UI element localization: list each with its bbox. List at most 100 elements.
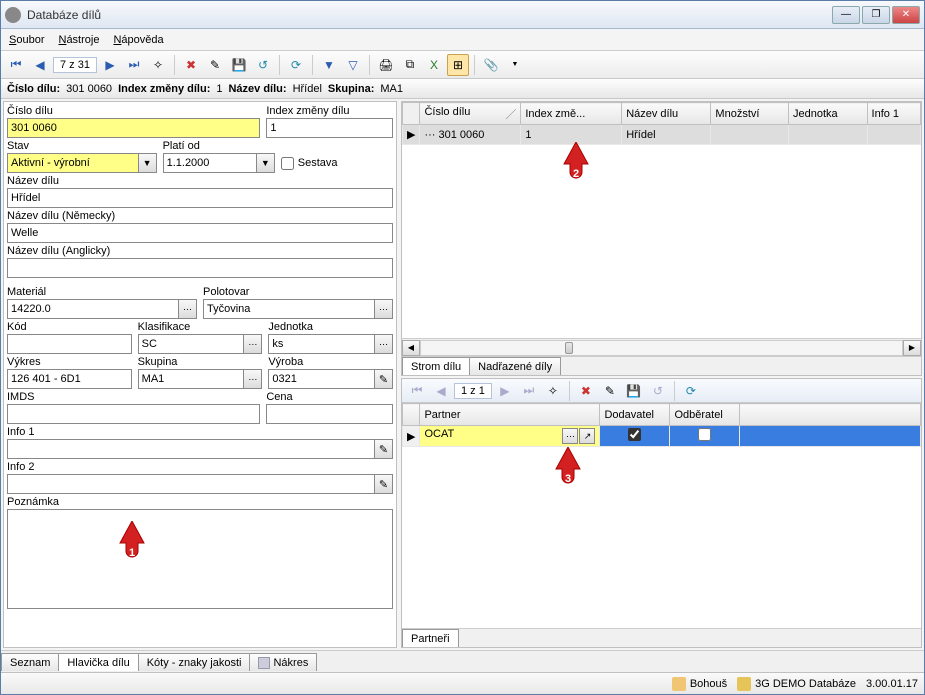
- cell-jednotka[interactable]: [789, 125, 868, 145]
- dropdown-icon[interactable]: ▼: [504, 54, 526, 76]
- p-nav-first-icon[interactable]: ⏮: [406, 380, 428, 402]
- tree-grid[interactable]: Číslo dílu ／ Index změ... Název dílu Mno…: [402, 102, 921, 338]
- vyroba-edit-icon[interactable]: ✎: [375, 369, 393, 389]
- tab-nadrazene-dily[interactable]: Nadřazené díly: [469, 357, 561, 375]
- col-info1[interactable]: Info 1: [867, 103, 920, 125]
- tab-nakres[interactable]: Nákres: [249, 653, 317, 671]
- tab-strom-dilu[interactable]: Strom dílu: [402, 357, 470, 375]
- col-index[interactable]: Index změ...: [521, 103, 622, 125]
- input-nazev-de[interactable]: [7, 223, 393, 243]
- print-icon[interactable]: 🖨: [375, 54, 397, 76]
- p-col-partner[interactable]: Partner: [420, 404, 600, 426]
- input-stav[interactable]: [7, 153, 139, 173]
- jednotka-lookup-icon[interactable]: ⋯: [375, 334, 393, 354]
- input-nazev-en[interactable]: [7, 258, 393, 278]
- menu-nastroje[interactable]: Nástroje: [58, 34, 99, 46]
- maximize-button[interactable]: ❐: [862, 6, 890, 24]
- p-cell-dodavatel[interactable]: [600, 426, 670, 447]
- menu-napoveda[interactable]: Nápověda: [113, 34, 163, 46]
- nav-last-icon[interactable]: ⏭: [123, 54, 145, 76]
- cell-index[interactable]: 1: [521, 125, 622, 145]
- nav-prev-icon[interactable]: ◀: [29, 54, 51, 76]
- scroll-thumb[interactable]: [565, 342, 573, 354]
- input-poznamka[interactable]: [7, 509, 393, 609]
- minimize-button[interactable]: —: [832, 6, 860, 24]
- plati-od-dropdown-icon[interactable]: ▼: [257, 153, 275, 173]
- partner-open-icon[interactable]: ↗: [579, 428, 595, 444]
- checkbox-dodavatel[interactable]: [628, 428, 641, 441]
- input-vykres[interactable]: [7, 369, 132, 389]
- undo-icon[interactable]: ↺: [252, 54, 274, 76]
- cell-cislo[interactable]: ··· 301 0060: [420, 125, 521, 145]
- tool-toggle-icon[interactable]: ⊞: [447, 54, 469, 76]
- input-cena[interactable]: [266, 404, 393, 424]
- tree-h-scrollbar[interactable]: ◀ ▶: [402, 338, 921, 356]
- scroll-right-icon[interactable]: ▶: [903, 340, 921, 356]
- input-skupina[interactable]: [138, 369, 245, 389]
- delete-icon[interactable]: ✖: [180, 54, 202, 76]
- p-undo-icon[interactable]: ↺: [647, 380, 669, 402]
- close-button[interactable]: ✕: [892, 6, 920, 24]
- material-lookup-icon[interactable]: ⋯: [179, 299, 197, 319]
- p-edit-icon[interactable]: ✎: [599, 380, 621, 402]
- input-info2[interactable]: [7, 474, 375, 494]
- col-mnozstvi[interactable]: Množství: [711, 103, 789, 125]
- nav-next-icon[interactable]: ▶: [99, 54, 121, 76]
- input-cislo-dilu[interactable]: [7, 118, 260, 138]
- tab-hlavicka-dilu[interactable]: Hlavička dílu: [58, 653, 138, 671]
- checkbox-odberatel[interactable]: [698, 428, 711, 441]
- input-index[interactable]: [266, 118, 393, 138]
- p-delete-icon[interactable]: ✖: [575, 380, 597, 402]
- edit-icon[interactable]: ✎: [204, 54, 226, 76]
- col-jednotka[interactable]: Jednotka: [789, 103, 868, 125]
- input-jednotka[interactable]: [268, 334, 375, 354]
- p-col-odberatel[interactable]: Odběratel: [670, 404, 740, 426]
- input-imds[interactable]: [7, 404, 260, 424]
- partner-lookup-icon[interactable]: ⋯: [562, 428, 578, 444]
- filter2-icon[interactable]: ▽: [342, 54, 364, 76]
- col-nazev[interactable]: Název dílu: [622, 103, 711, 125]
- input-info1[interactable]: [7, 439, 375, 459]
- p-save-icon[interactable]: 💾: [623, 380, 645, 402]
- cell-nazev[interactable]: Hřídel: [622, 125, 711, 145]
- skupina-lookup-icon[interactable]: ⋯: [244, 369, 262, 389]
- p-cell-partner[interactable]: OCAT ⋯ ↗: [420, 426, 600, 447]
- tree-row[interactable]: ▶ ··· 301 0060 1 Hřídel: [403, 125, 921, 145]
- tab-partneri[interactable]: Partneři: [402, 629, 459, 647]
- partner-row[interactable]: ▶ OCAT ⋯ ↗: [403, 426, 921, 447]
- info1-edit-icon[interactable]: ✎: [375, 439, 393, 459]
- attachment-icon[interactable]: 📎: [480, 54, 502, 76]
- input-plati-od[interactable]: [163, 153, 257, 173]
- p-nav-prev-icon[interactable]: ◀: [430, 380, 452, 402]
- p-new-icon[interactable]: ✧: [542, 380, 564, 402]
- cell-mnozstvi[interactable]: [711, 125, 789, 145]
- input-vyroba[interactable]: [268, 369, 375, 389]
- stav-dropdown-icon[interactable]: ▼: [139, 153, 157, 173]
- p-nav-next-icon[interactable]: ▶: [494, 380, 516, 402]
- p-cell-odberatel[interactable]: [670, 426, 740, 447]
- nav-first-icon[interactable]: ⏮: [5, 54, 27, 76]
- menu-soubor[interactable]: Soubor: [9, 34, 44, 46]
- input-polotovar[interactable]: [203, 299, 375, 319]
- col-cislo[interactable]: Číslo dílu ／: [420, 103, 521, 125]
- input-kod[interactable]: [7, 334, 132, 354]
- polotovar-lookup-icon[interactable]: ⋯: [375, 299, 393, 319]
- new-icon[interactable]: ✧: [147, 54, 169, 76]
- input-klasifikace[interactable]: [138, 334, 245, 354]
- refresh-icon[interactable]: ⟳: [285, 54, 307, 76]
- input-material[interactable]: [7, 299, 179, 319]
- input-nazev[interactable]: [7, 188, 393, 208]
- tab-koty-znaky-jakosti[interactable]: Kóty - znaky jakosti: [138, 653, 251, 671]
- copy-icon[interactable]: ⧉: [399, 54, 421, 76]
- info2-edit-icon[interactable]: ✎: [375, 474, 393, 494]
- filter-icon[interactable]: ▼: [318, 54, 340, 76]
- save-icon[interactable]: 💾: [228, 54, 250, 76]
- klasifikace-lookup-icon[interactable]: ⋯: [244, 334, 262, 354]
- p-nav-last-icon[interactable]: ⏭: [518, 380, 540, 402]
- scroll-left-icon[interactable]: ◀: [402, 340, 420, 356]
- p-refresh-icon[interactable]: ⟳: [680, 380, 702, 402]
- p-col-dodavatel[interactable]: Dodavatel: [600, 404, 670, 426]
- checkbox-sestava[interactable]: [281, 157, 294, 170]
- partners-grid[interactable]: Partner Dodavatel Odběratel ▶ OCAT ⋯: [402, 403, 921, 628]
- excel-icon[interactable]: X: [423, 54, 445, 76]
